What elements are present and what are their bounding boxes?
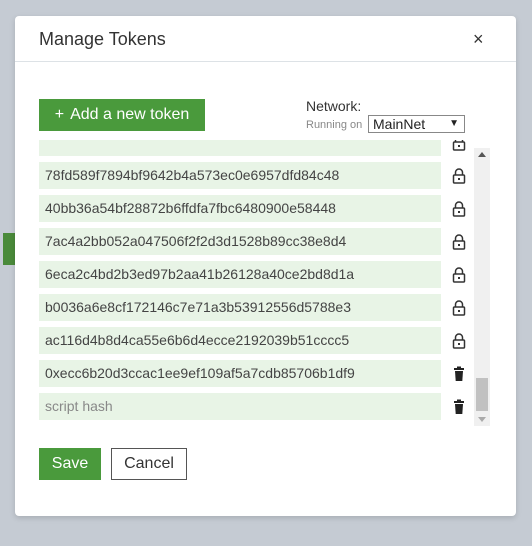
add-token-button[interactable]: + Add a new token xyxy=(39,99,205,131)
lock-icon xyxy=(452,201,466,217)
trash-icon[interactable] xyxy=(452,366,466,382)
network-label: Network: xyxy=(306,98,362,114)
scroll-up-icon[interactable] xyxy=(478,152,486,157)
running-on-label: Running on xyxy=(306,119,363,131)
add-token-label: Add a new token xyxy=(70,106,190,123)
network-select[interactable]: MainNet ▼ xyxy=(368,115,465,133)
cancel-button[interactable]: Cancel xyxy=(111,448,187,480)
token-input[interactable]: 6eca2c4bd2b3ed97b2aa41b26128a40ce2bd8d1a xyxy=(39,261,441,288)
close-icon[interactable]: × xyxy=(473,29,484,50)
lock-icon xyxy=(452,168,466,184)
modal-header: Manage Tokens × xyxy=(15,16,516,62)
token-input[interactable]: 78fd589f7894bf9642b4a573ec0e6957dfd84c48 xyxy=(39,162,441,189)
dropdown-arrow-icon: ▼ xyxy=(449,118,459,129)
background-element xyxy=(3,233,15,265)
modal-title: Manage Tokens xyxy=(39,29,166,49)
trash-icon[interactable] xyxy=(452,399,466,415)
token-input[interactable]: ac116d4b8d4ca55e6b6d4ecce2192039b51cccc5 xyxy=(39,327,441,354)
scrollbar-thumb[interactable] xyxy=(476,378,488,411)
lock-icon xyxy=(452,140,466,151)
scrollbar[interactable] xyxy=(474,148,490,426)
lock-icon xyxy=(452,300,466,316)
save-button[interactable]: Save xyxy=(39,448,101,480)
token-input[interactable]: 0xecc6b20d3ccac1ee9ef109af5a7cdb85706b1d… xyxy=(39,360,441,387)
plus-icon: + xyxy=(54,106,65,123)
token-input[interactable]: 40bb36a54bf28872b6ffdfa7fbc6480900e58448 xyxy=(39,195,441,222)
token-input[interactable]: b0036a6e8cf172146c7e71a3b53912556d5788e3 xyxy=(39,294,441,321)
token-input[interactable] xyxy=(39,140,441,156)
lock-icon xyxy=(452,234,466,250)
token-input[interactable]: script hash xyxy=(39,393,441,420)
token-list: 78fd589f7894bf9642b4a573ec0e6957dfd84c48… xyxy=(39,140,490,426)
scroll-down-icon[interactable] xyxy=(478,417,486,422)
network-selected: MainNet xyxy=(373,116,426,132)
lock-icon xyxy=(452,267,466,283)
manage-tokens-modal: Manage Tokens × + Add a new token Networ… xyxy=(15,16,516,516)
token-input[interactable]: 7ac4a2bb052a047506f2f2d3d1528b89cc38e8d4 xyxy=(39,228,441,255)
lock-icon xyxy=(452,333,466,349)
